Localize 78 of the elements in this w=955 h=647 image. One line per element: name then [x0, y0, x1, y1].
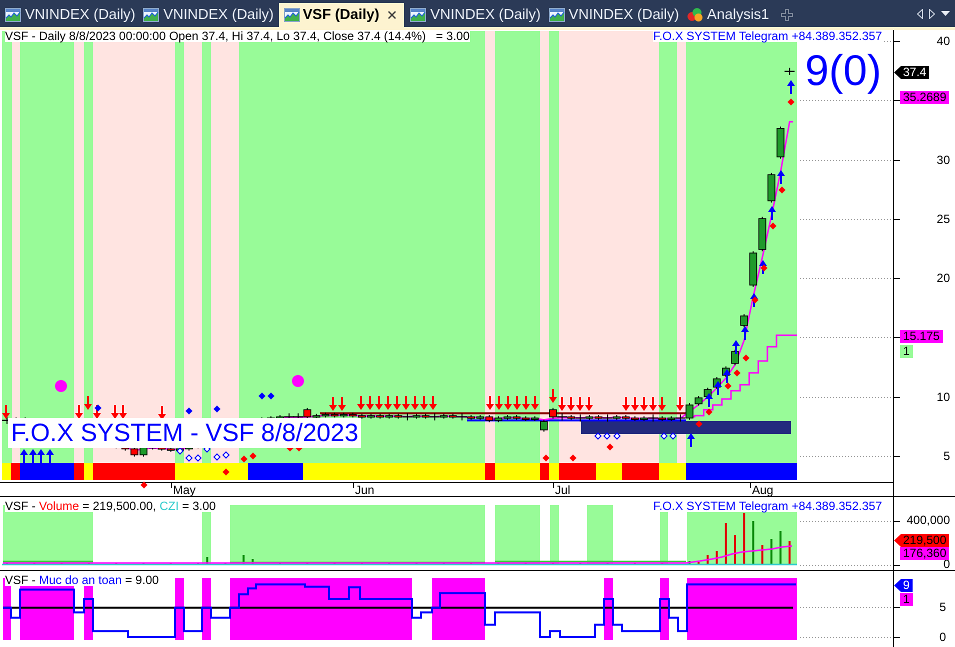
value-tag: 1 — [900, 345, 913, 358]
candlestick — [740, 314, 748, 328]
value-tag: 176,360 — [900, 547, 950, 560]
chart-legend: VSF - Daily 8/8/2023 00:00:00 Open 37.4, Hi 37.4, Lo 37.4, Close 37.4 (14.4%) = 3.00 — [5, 30, 470, 42]
diamond-icon — [94, 404, 102, 412]
chart-icon — [143, 8, 160, 22]
axis-label: 20 — [936, 272, 950, 284]
diamond-icon — [752, 296, 758, 304]
signal-strip-segment — [622, 463, 659, 480]
diamond-icon — [770, 222, 776, 230]
candlestick — [485, 414, 494, 423]
scroll-left-icon[interactable] — [917, 8, 923, 18]
axis-label: 5 — [943, 450, 950, 462]
document-tab[interactable]: VNINDEX (Daily) — [1, 3, 140, 27]
up-arrow-icon — [777, 170, 785, 184]
diamond-icon — [606, 444, 614, 450]
diamond-icon — [788, 98, 794, 106]
signal-strip-segment — [2, 463, 11, 480]
diamond-icon — [742, 354, 750, 362]
value-tag: 37.4 — [894, 66, 930, 79]
down-arrow-icon — [158, 406, 166, 420]
document-tab[interactable]: VNINDEX (Daily) — [139, 3, 278, 27]
candlestick — [768, 172, 776, 204]
value-tag: 15.175 — [900, 330, 943, 343]
axis-label: Jul — [555, 484, 570, 496]
value-tag: 9 — [894, 579, 913, 592]
document-tab[interactable]: VSF (Daily) — [278, 3, 404, 27]
panel-legend: VSF - Volume = 219,500.00, CZI = 3.00 — [5, 500, 216, 512]
diamond-icon — [778, 186, 786, 194]
axis-label: 0 — [939, 631, 946, 643]
dropdown-icon[interactable] — [941, 11, 950, 16]
diamond-icon — [186, 408, 192, 414]
signal-count: 9(0) — [805, 50, 882, 93]
shapes-icon — [687, 8, 704, 22]
chart-icon — [548, 8, 565, 22]
diamond-icon — [760, 264, 768, 272]
signal-strip-segment — [596, 463, 622, 480]
safety-zone-block — [202, 578, 211, 640]
axis-label: 10 — [936, 391, 950, 403]
value-tag: 219,500 — [894, 534, 950, 547]
close-icon[interactable] — [388, 11, 396, 19]
up-arrow-icon — [768, 206, 776, 220]
up-arrow-icon — [687, 433, 695, 447]
candlestick — [402, 412, 412, 421]
axis-label: 25 — [936, 213, 950, 225]
chart-icon — [5, 8, 21, 22]
diamond-icon — [222, 468, 230, 476]
diamond-icon — [214, 406, 220, 412]
candlestick — [457, 412, 467, 421]
axis-label: 400,000 — [906, 515, 950, 526]
panel-legend: VSF - Muc do an toan = 9.00 — [5, 574, 159, 586]
axis-label: 0 — [943, 559, 950, 570]
down-arrow-icon — [676, 397, 684, 411]
candlestick — [749, 250, 758, 288]
chart-icon — [410, 8, 426, 22]
contact-text: F.O.X SYSTEM Telegram +84.389.352.357 — [653, 500, 882, 512]
value-tag: 1 — [900, 593, 913, 606]
document-tab[interactable]: VNINDEX (Daily) — [406, 3, 545, 27]
document-tab[interactable]: VNINDEX (Daily) — [544, 3, 684, 27]
up-arrow-icon — [787, 80, 795, 94]
value-tag: 35.2689 — [900, 91, 950, 104]
axis-label: 30 — [936, 154, 950, 166]
dot-icon — [292, 375, 304, 387]
axis-label: 40 — [936, 35, 950, 47]
document-tab[interactable]: Analysis1 — [683, 3, 774, 27]
scroll-right-icon[interactable] — [929, 8, 935, 18]
axis-label: Jun — [355, 484, 374, 496]
candlestick — [784, 67, 795, 76]
candlestick — [430, 412, 440, 421]
chart-icon — [284, 8, 300, 22]
down-arrow-icon — [2, 405, 10, 419]
safety-zone-block — [432, 578, 485, 640]
plus-icon[interactable] — [781, 9, 794, 21]
candlestick — [776, 126, 784, 160]
dot-icon — [55, 380, 67, 392]
axis-label: 5 — [939, 601, 946, 613]
candlestick — [758, 216, 766, 252]
contact-text: F.O.X SYSTEM Telegram +84.389.352.357 — [653, 30, 882, 42]
